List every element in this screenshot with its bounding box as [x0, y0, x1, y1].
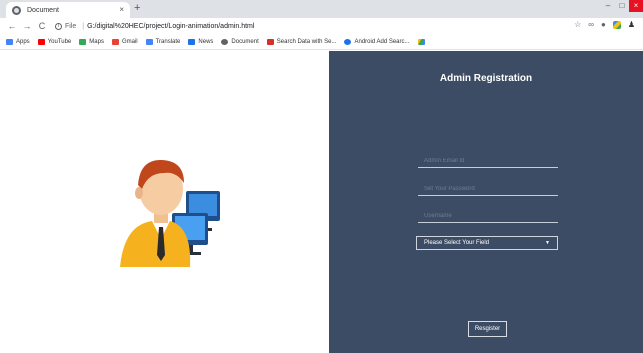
extension-icon[interactable]: [612, 21, 621, 29]
browser-tab-strip: Document × + – □ ×: [0, 0, 643, 18]
globe-icon: [12, 5, 21, 15]
avatar-icon[interactable]: ♟: [628, 21, 635, 29]
illustration-pane: [0, 51, 329, 353]
back-button[interactable]: ←: [6, 22, 18, 31]
bookmark-android[interactable]: Android Add Searc...: [344, 39, 410, 45]
circle-icon[interactable]: ●: [601, 21, 606, 29]
translate-icon: [145, 39, 153, 45]
browser-tab[interactable]: Document ×: [6, 2, 130, 18]
field-select-value: Please Select Your Field: [424, 240, 490, 246]
bookmark-search-data[interactable]: Search Data with Se...: [266, 39, 336, 45]
news-icon: [188, 39, 196, 45]
reload-button[interactable]: C: [36, 22, 48, 31]
drive-icon: [417, 39, 425, 45]
chevron-down-icon: ▼: [545, 240, 550, 246]
toolbar-actions: ☆ ∞ ● ♟: [574, 21, 635, 29]
close-window-button[interactable]: ×: [629, 0, 643, 12]
android-icon: [344, 39, 352, 45]
url-scheme: File: [65, 23, 77, 30]
tab-title: Document: [27, 6, 59, 14]
youtube-icon: [37, 39, 45, 45]
field-select[interactable]: Please Select Your Field ▼: [416, 236, 558, 250]
maps-icon: [79, 39, 87, 45]
link-icon[interactable]: ∞: [588, 21, 594, 29]
gmail-icon: [111, 39, 119, 45]
registration-panel: Admin Registration Please Select Your Fi…: [329, 51, 643, 353]
address-bar[interactable]: i File | G:/digital%20HEC/project/Login-…: [55, 20, 254, 34]
register-button[interactable]: Resgister: [468, 321, 507, 337]
username-field[interactable]: [418, 209, 558, 223]
bookmark-apps[interactable]: Apps: [6, 39, 30, 45]
url-separator: |: [82, 23, 85, 30]
minimize-button[interactable]: –: [601, 0, 615, 12]
bookmarks-bar: Apps YouTube Maps Gmail Translate News D…: [0, 35, 643, 50]
url-text[interactable]: G:/digital%20HEC/project/Login-animation…: [87, 23, 254, 30]
bookmark-document[interactable]: Document: [221, 39, 259, 45]
window-controls: – □ ×: [601, 0, 643, 12]
apps-icon: [6, 39, 13, 45]
search-data-icon: [266, 39, 274, 45]
bookmark-youtube[interactable]: YouTube: [37, 39, 71, 45]
forward-button[interactable]: →: [21, 22, 33, 31]
bookmark-drive[interactable]: [417, 39, 428, 45]
info-icon[interactable]: i: [55, 23, 62, 30]
bookmark-maps[interactable]: Maps: [79, 39, 104, 45]
password-field[interactable]: [418, 182, 558, 196]
maximize-button[interactable]: □: [615, 0, 629, 12]
browser-toolbar: ← → C i File | G:/digital%20HEC/project/…: [0, 18, 643, 35]
bookmark-news[interactable]: News: [188, 39, 213, 45]
page-content: Admin Registration Please Select Your Fi…: [0, 51, 643, 353]
form-title: Admin Registration: [439, 73, 533, 84]
bookmark-translate[interactable]: Translate: [145, 39, 180, 45]
admin-avatar-illustration: [120, 159, 220, 267]
admin-email-field[interactable]: [418, 154, 558, 168]
document-icon: [221, 39, 229, 45]
star-icon[interactable]: ☆: [574, 21, 581, 29]
bookmark-gmail[interactable]: Gmail: [111, 39, 138, 45]
tab-close-icon[interactable]: ×: [119, 6, 124, 14]
new-tab-button[interactable]: +: [134, 3, 140, 14]
